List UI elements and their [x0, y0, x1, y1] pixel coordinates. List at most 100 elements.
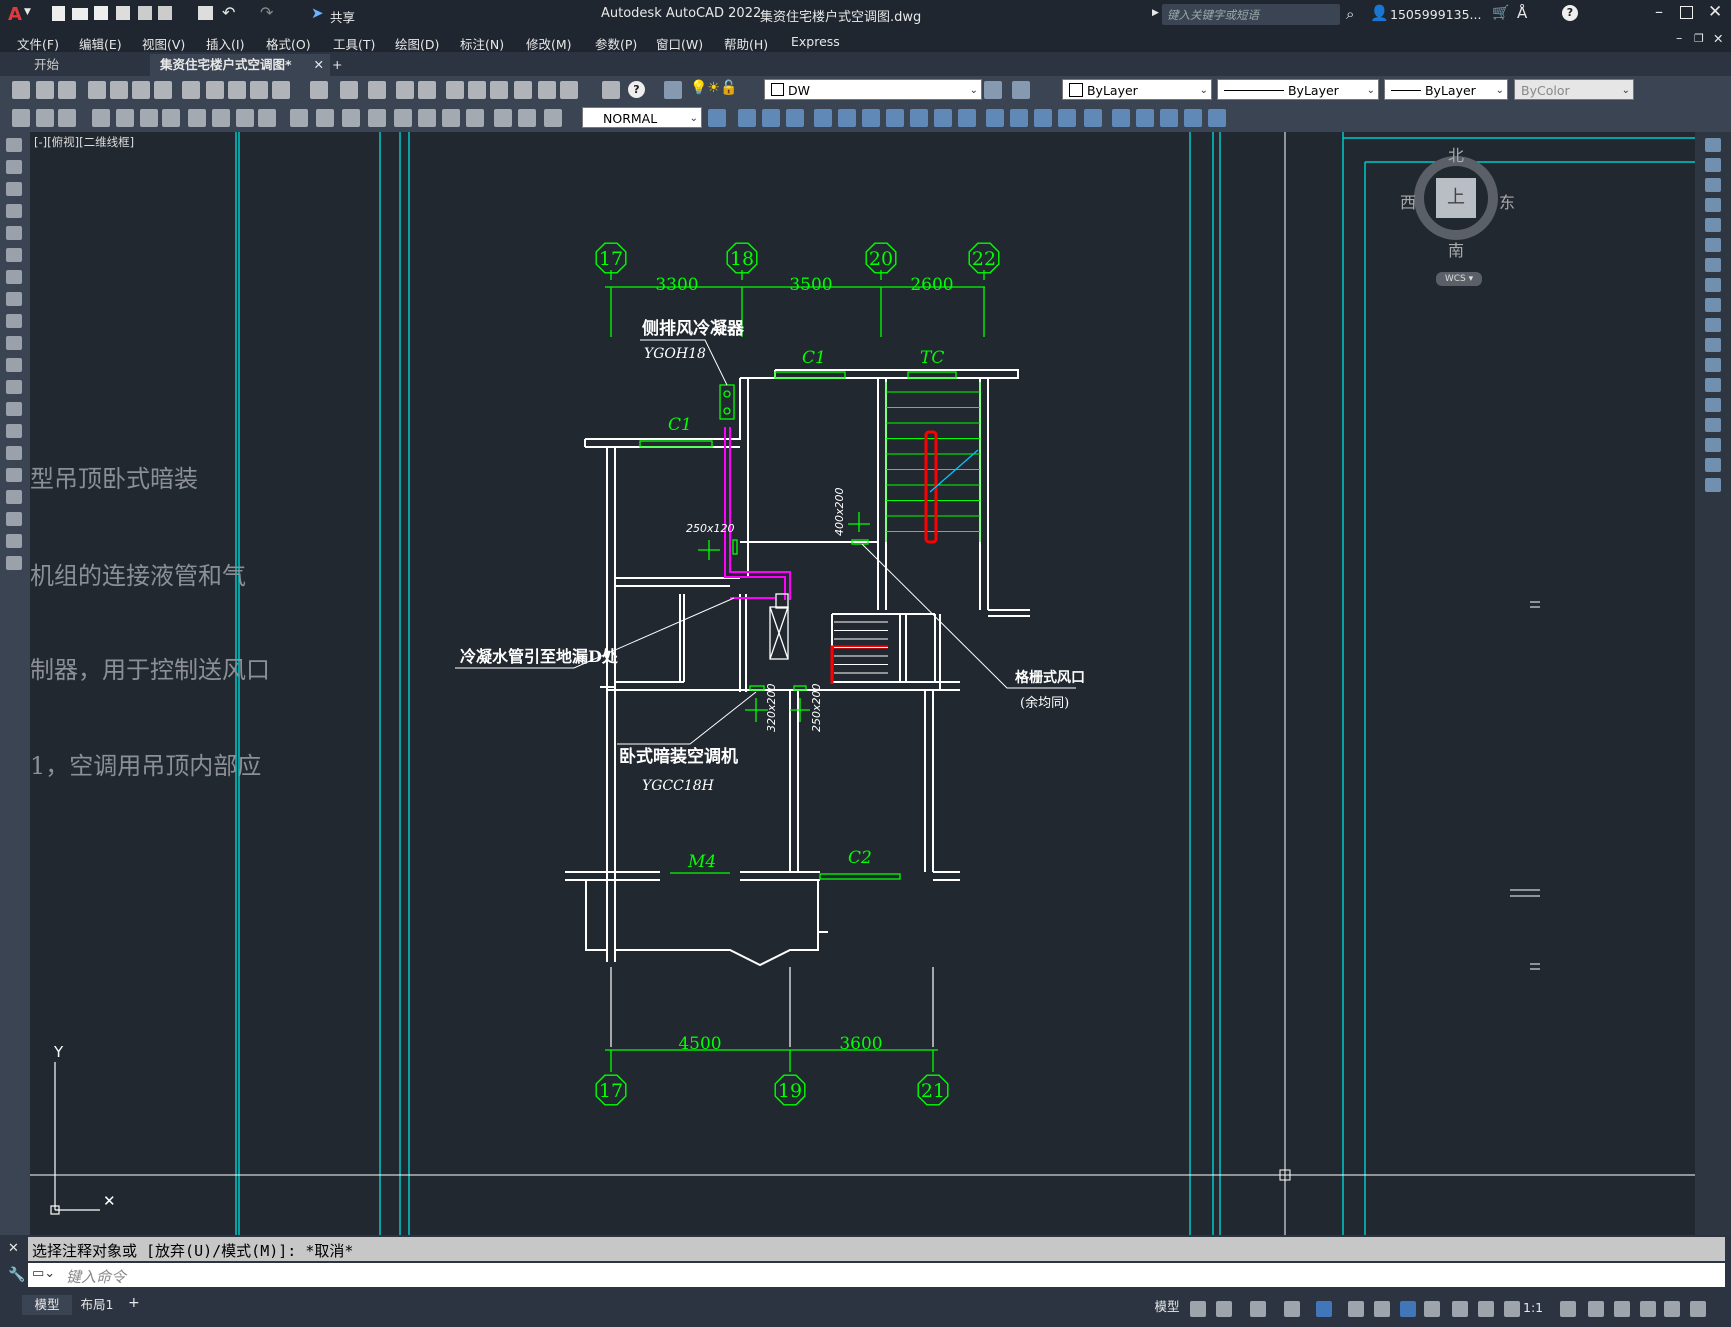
status-toggle-4-icon[interactable]: [1316, 1301, 1332, 1317]
toolbar1-tool-20-icon[interactable]: [514, 81, 532, 99]
tab-layout1[interactable]: 布局1: [72, 1295, 122, 1315]
toolbar2-tool-16-icon[interactable]: [418, 109, 436, 127]
textstyle-dropdown[interactable]: NORMAL ⌄: [582, 107, 702, 128]
status-toggle-5-icon[interactable]: [1348, 1301, 1364, 1317]
toolbar1-tool-18-icon[interactable]: [468, 81, 486, 99]
draw-tool-2-icon[interactable]: [6, 182, 22, 196]
toolbar2-tool-19-icon[interactable]: [494, 109, 512, 127]
draw-tool-4-icon[interactable]: [6, 226, 22, 240]
toolbar2-modify-tool-19-icon[interactable]: [1184, 109, 1202, 127]
ucs-menu-button[interactable]: WCS ▾: [1436, 272, 1482, 286]
menu-tools[interactable]: 工具(T): [333, 34, 375, 53]
status-toggle-0-icon[interactable]: [1190, 1301, 1206, 1317]
modify-tool-10-icon[interactable]: [1705, 338, 1721, 352]
modify-tool-13-icon[interactable]: [1705, 398, 1721, 412]
modify-tool-17-icon[interactable]: [1705, 478, 1721, 492]
draw-tool-8-icon[interactable]: [6, 314, 22, 328]
toolbar1-tool-12-icon[interactable]: [310, 81, 328, 99]
toolbar2-tool-8-icon[interactable]: [212, 109, 230, 127]
color-dropdown[interactable]: ByLayer ⌄: [1062, 79, 1212, 100]
toolbar2-tool-4-icon[interactable]: [116, 109, 134, 127]
toolbar2-modify-tool-9-icon[interactable]: [934, 109, 952, 127]
toolbar2-tool-15-icon[interactable]: [394, 109, 412, 127]
toolbar1-tool-6-icon[interactable]: [154, 81, 172, 99]
toolbar2-modify-tool-2-icon[interactable]: [762, 109, 780, 127]
status-toggle-3-icon[interactable]: [1284, 1301, 1300, 1317]
open-icon[interactable]: [72, 8, 88, 20]
status-toggle-8-icon[interactable]: [1424, 1301, 1440, 1317]
command-close-icon[interactable]: ✕: [8, 1241, 19, 1256]
menu-help[interactable]: 帮助(H): [724, 34, 768, 53]
draw-tool-3-icon[interactable]: [6, 204, 22, 218]
viewcube-south[interactable]: 南: [1448, 237, 1464, 261]
modify-tool-1-icon[interactable]: [1705, 158, 1721, 172]
draw-tool-19-icon[interactable]: [6, 556, 22, 570]
help-toolbar-icon[interactable]: ?: [628, 81, 645, 98]
toolbar2-tool-9-icon[interactable]: [236, 109, 254, 127]
toolbar2-modify-tool-12-icon[interactable]: [1010, 109, 1028, 127]
status-toggle-16-icon[interactable]: [1664, 1301, 1680, 1317]
draw-tool-11-icon[interactable]: [6, 380, 22, 394]
command-input-box[interactable]: ▭⌄ 键入命令: [28, 1263, 1725, 1287]
draw-tool-17-icon[interactable]: [6, 512, 22, 526]
add-layout-button[interactable]: +: [128, 1295, 140, 1311]
draw-tool-18-icon[interactable]: [6, 534, 22, 548]
doc-close-icon[interactable]: ✕: [1713, 31, 1723, 46]
toolbar2-tool-3-icon[interactable]: [92, 109, 110, 127]
doc-restore-icon[interactable]: ❐: [1694, 32, 1704, 45]
status-toggle-14-icon[interactable]: [1614, 1301, 1630, 1317]
menu-file[interactable]: 文件(F): [17, 34, 59, 53]
save-as-icon[interactable]: [116, 6, 130, 20]
tab-model[interactable]: 模型: [22, 1295, 72, 1315]
modify-tool-7-icon[interactable]: [1705, 278, 1721, 292]
user-icon[interactable]: 👤: [1370, 4, 1389, 22]
share-icon[interactable]: ➤: [311, 4, 324, 22]
redo-icon[interactable]: ↷: [260, 3, 273, 22]
menu-view[interactable]: 视图(V): [142, 34, 185, 53]
draw-tool-7-icon[interactable]: [6, 292, 22, 306]
toolbar2-tool-20-icon[interactable]: [518, 109, 536, 127]
undo-icon[interactable]: ↶: [222, 3, 235, 22]
menu-parametric[interactable]: 参数(P): [595, 34, 637, 53]
search-box[interactable]: 键入关键字或短语: [1162, 4, 1340, 25]
draw-tool-16-icon[interactable]: [6, 490, 22, 504]
menu-modify[interactable]: 修改(M): [526, 34, 572, 53]
drawing-canvas[interactable]: [-][俯视][二维线框] Y ✕ 型吊顶卧式暗装 机组的连接液管和气 制器，用…: [30, 132, 1695, 1235]
modify-tool-11-icon[interactable]: [1705, 358, 1721, 372]
lineweight-dropdown[interactable]: ByLayer ⌄: [1384, 79, 1508, 100]
toolbar2-tool-17-icon[interactable]: [442, 109, 460, 127]
toolbar1-tool-11-icon[interactable]: [272, 81, 290, 99]
app-menu-chevron-icon[interactable]: ▼: [24, 7, 31, 17]
modify-tool-6-icon[interactable]: [1705, 258, 1721, 272]
draw-tool-12-icon[interactable]: [6, 402, 22, 416]
toolbar2-modify-tool-20-icon[interactable]: [1208, 109, 1226, 127]
modify-tool-0-icon[interactable]: [1705, 138, 1721, 152]
toolbar2-tool-13-icon[interactable]: [342, 109, 360, 127]
modify-tool-9-icon[interactable]: [1705, 318, 1721, 332]
viewcube-west[interactable]: 西: [1400, 189, 1416, 213]
toolbar2-tool-18-icon[interactable]: [466, 109, 484, 127]
draw-tool-5-icon[interactable]: [6, 248, 22, 262]
search-expand-icon[interactable]: ▶: [1152, 8, 1159, 18]
toolbar2-modify-tool-10-icon[interactable]: [958, 109, 976, 127]
cart-icon[interactable]: 🛒: [1492, 5, 1509, 21]
toolbar1-tool-19-icon[interactable]: [490, 81, 508, 99]
toolbar1-layer-tool-0-icon[interactable]: [664, 81, 682, 99]
modify-tool-14-icon[interactable]: [1705, 418, 1721, 432]
toolbar1-tool-13-icon[interactable]: [340, 81, 358, 99]
linetype-dropdown[interactable]: ByLayer ⌄: [1217, 79, 1379, 100]
draw-tool-1-icon[interactable]: [6, 160, 22, 174]
toolbar2-modify-tool-16-icon[interactable]: [1112, 109, 1130, 127]
toolbar2-modify-tool-15-icon[interactable]: [1084, 109, 1102, 127]
modify-tool-8-icon[interactable]: [1705, 298, 1721, 312]
modify-tool-4-icon[interactable]: [1705, 218, 1721, 232]
toolbar1-tool-9-icon[interactable]: [228, 81, 246, 99]
search-input[interactable]: 键入关键字或短语: [1167, 7, 1259, 23]
menu-dimension[interactable]: 标注(N): [460, 34, 504, 53]
status-toggle-12-icon[interactable]: [1560, 1301, 1576, 1317]
toolbar2-tool-5-icon[interactable]: [140, 109, 158, 127]
toolbar1-tool-16-icon[interactable]: [418, 81, 436, 99]
menu-express[interactable]: Express: [791, 34, 840, 49]
toolbar1-tool-8-icon[interactable]: [206, 81, 224, 99]
search-icon[interactable]: ⌕: [1346, 5, 1354, 23]
